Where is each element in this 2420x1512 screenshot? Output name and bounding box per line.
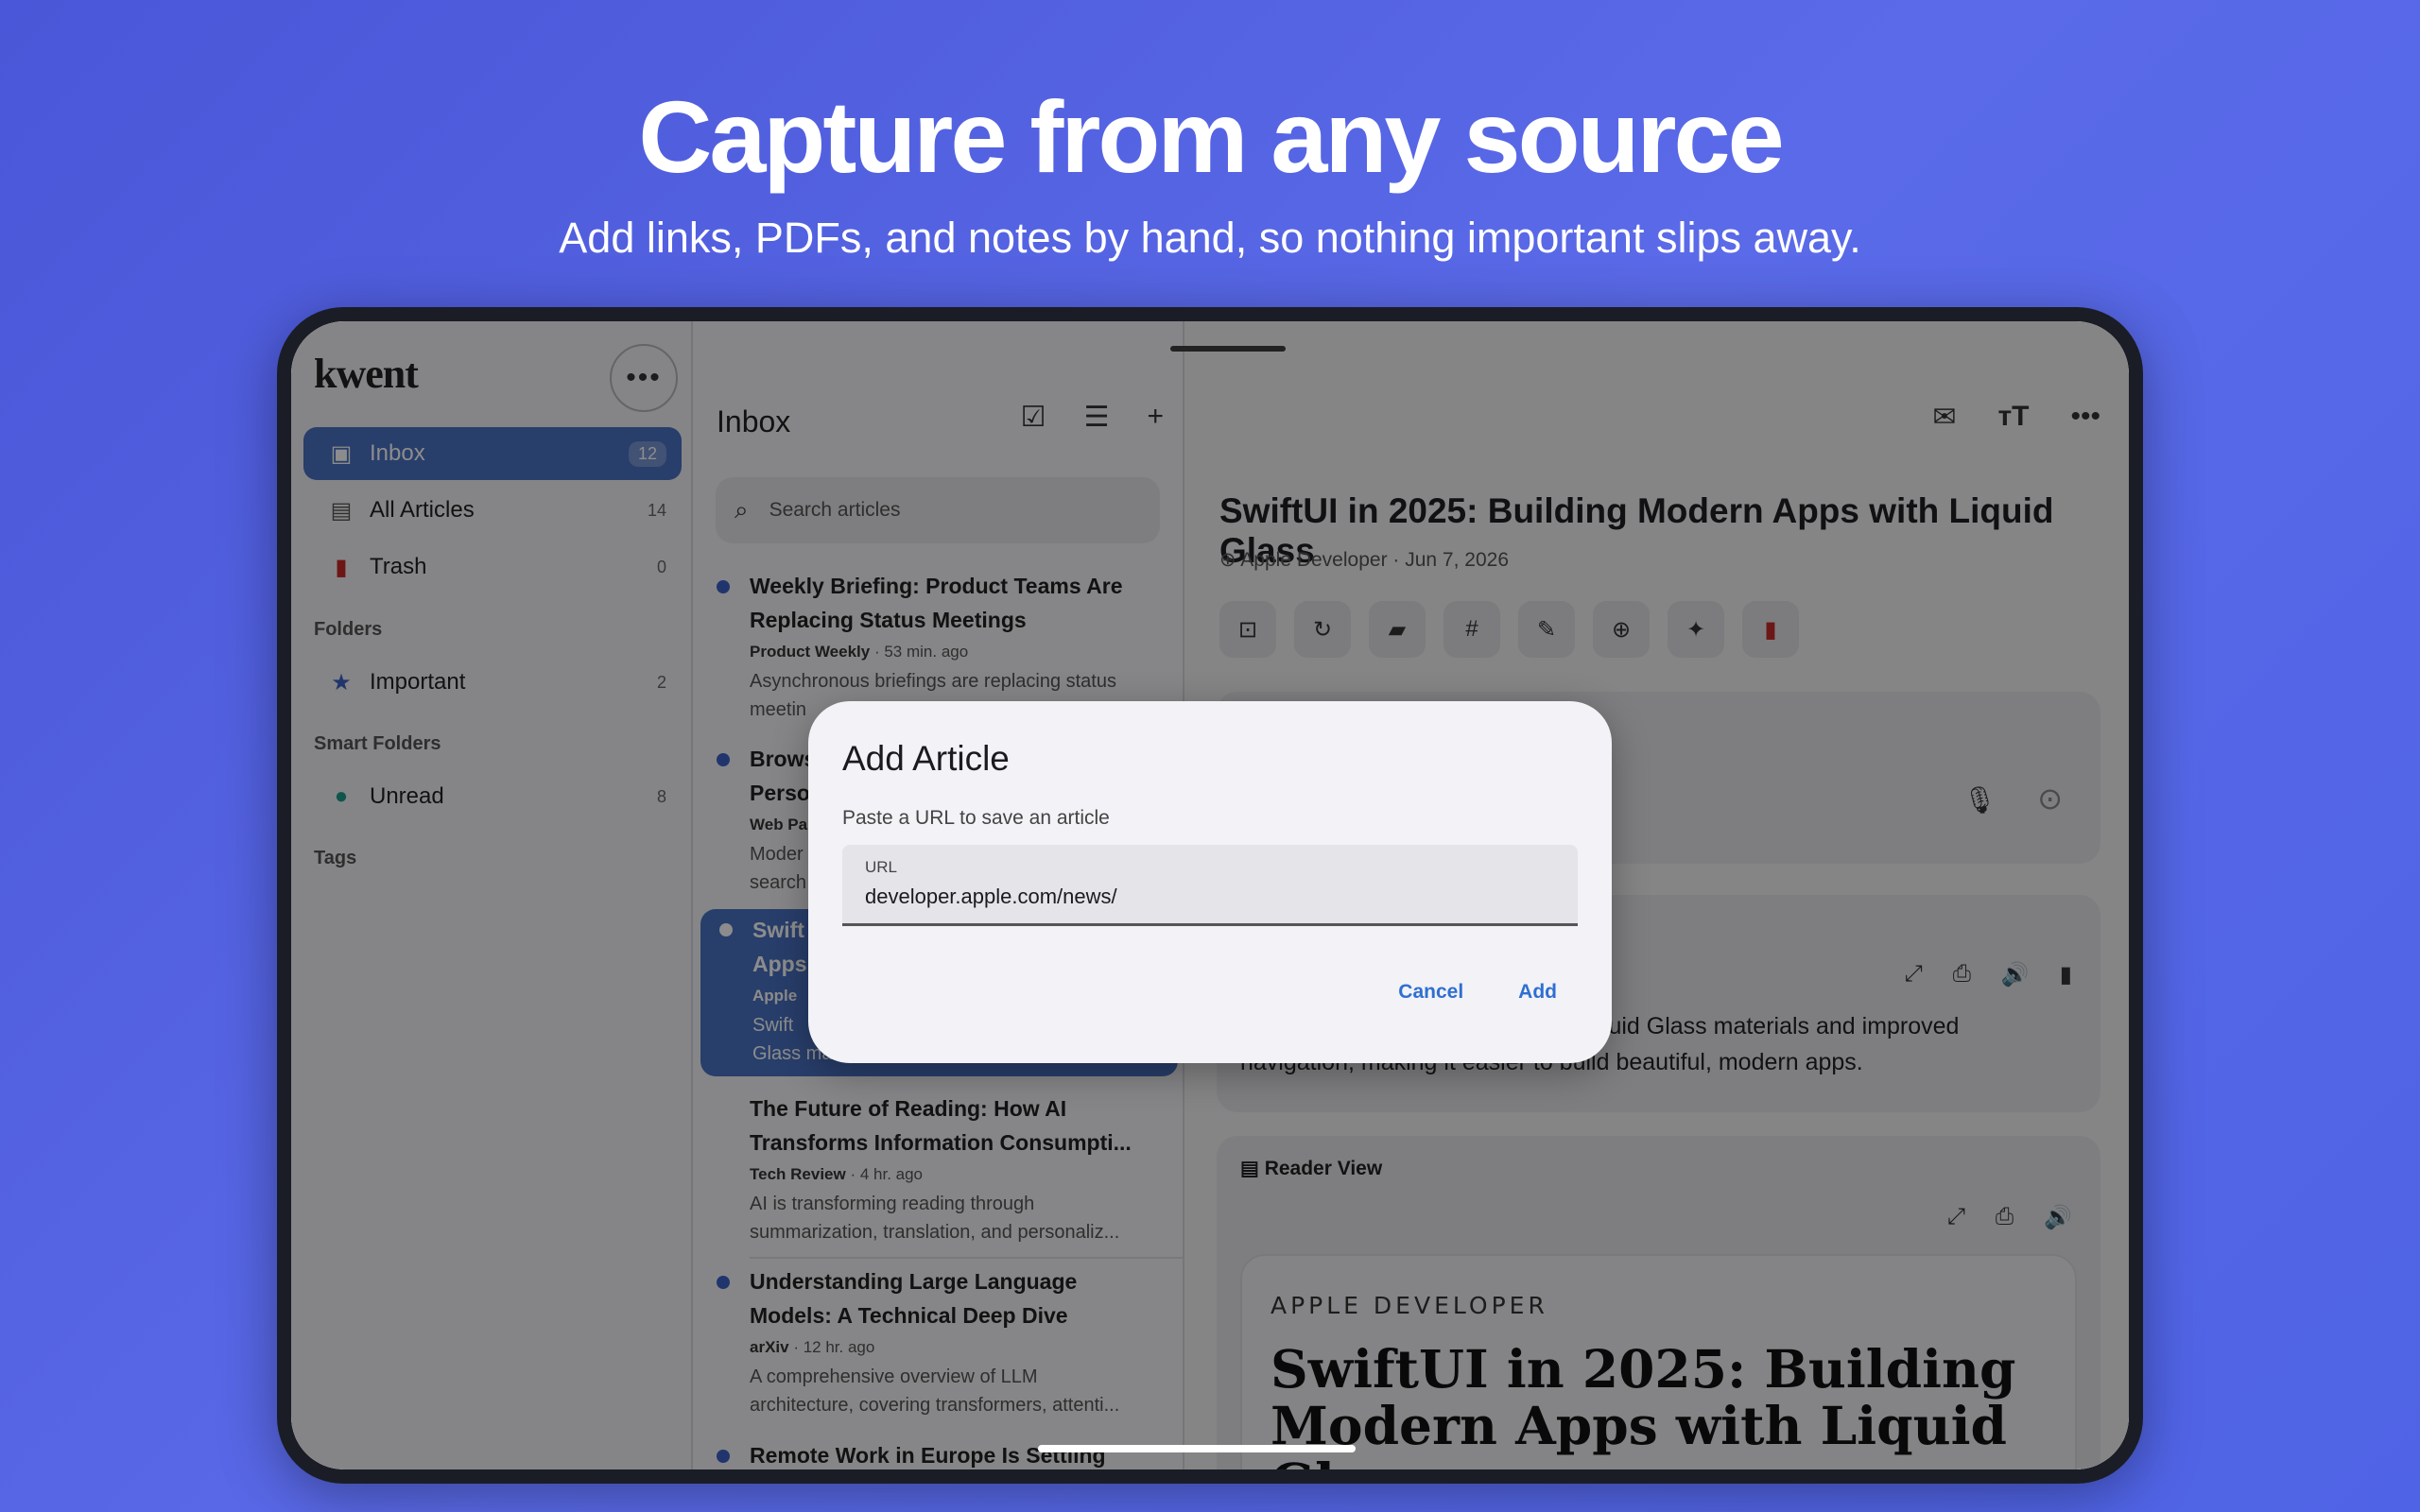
- hero-subtitle: Add links, PDFs, and notes by hand, so n…: [559, 214, 1861, 262]
- hero-title: Capture from any source: [638, 79, 1784, 194]
- cancel-button[interactable]: Cancel: [1398, 981, 1463, 1004]
- url-input[interactable]: developer.apple.com/news/: [865, 885, 1527, 909]
- add-article-dialog: Add Article Paste a URL to save an artic…: [808, 701, 1612, 1063]
- url-field-label: URL: [865, 858, 898, 876]
- home-indicator[interactable]: [1038, 1445, 1356, 1452]
- dialog-description: Paste a URL to save an article: [842, 807, 1110, 829]
- dialog-actions: Cancel Add: [1398, 981, 1557, 1004]
- drag-handle[interactable]: [1170, 346, 1286, 352]
- tablet-frame: kwent ••• ▣ Inbox 12 ▤ All Articles 14 ▮…: [277, 307, 2143, 1484]
- url-field[interactable]: URL developer.apple.com/news/: [842, 845, 1578, 926]
- dialog-title: Add Article: [842, 739, 1010, 778]
- app-screen: kwent ••• ▣ Inbox 12 ▤ All Articles 14 ▮…: [291, 321, 2129, 1469]
- add-button[interactable]: Add: [1518, 981, 1557, 1004]
